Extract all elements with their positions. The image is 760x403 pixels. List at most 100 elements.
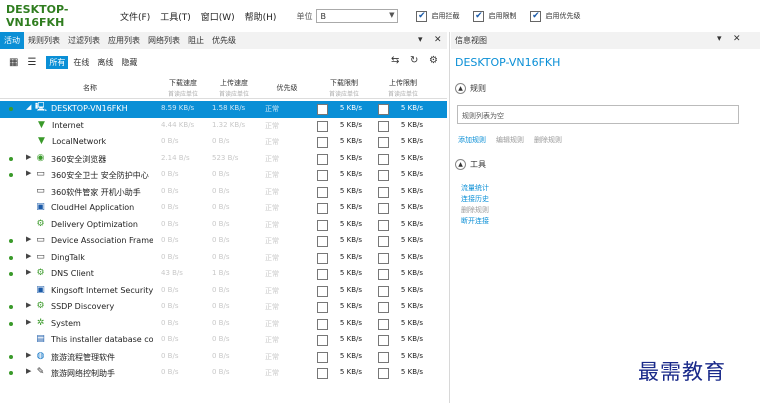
filter-online[interactable]: 在线 xyxy=(70,56,92,69)
dl-limit-checkbox[interactable] xyxy=(317,170,328,181)
row-dl-limit[interactable]: 5 KB/s xyxy=(328,236,362,244)
row-ul-limit[interactable]: 5 KB/s xyxy=(389,104,423,112)
row-dl-limit[interactable]: 5 KB/s xyxy=(328,154,362,162)
dl-limit-checkbox[interactable] xyxy=(317,120,328,132)
filter-offline[interactable]: 离线 xyxy=(94,56,116,69)
ul-limit-checkbox[interactable] xyxy=(378,302,389,313)
row-dl-limit[interactable]: 5 KB/s xyxy=(328,104,362,112)
ul-limit-checkbox[interactable] xyxy=(378,368,389,379)
table-row[interactable]: ▣ CloudHel Application 0 B/s 0 B/s 正常 5 KB/s 5… xyxy=(0,200,447,217)
tab-networks[interactable]: 网络列表 xyxy=(144,32,184,49)
rules-list[interactable]: 规则列表为空 xyxy=(457,105,739,124)
refresh-icon[interactable]: ↻ xyxy=(410,55,418,66)
ul-limit-checkbox[interactable] xyxy=(378,170,389,181)
ul-limit-checkbox[interactable] xyxy=(378,318,389,330)
row-priority[interactable]: 正常 xyxy=(265,137,295,147)
ul-limit-checkbox[interactable] xyxy=(378,120,389,132)
row-dl-limit[interactable]: 5 KB/s xyxy=(328,302,362,310)
ul-limit-checkbox[interactable] xyxy=(378,203,389,214)
col-upload[interactable]: 上传速度 首读应单位 xyxy=(210,75,258,99)
row-ul-limit[interactable]: 5 KB/s xyxy=(389,302,423,310)
table-row[interactable]: ⚙ Delivery Optimization 0 B/s 0 B/s 正常 5 KB/s… xyxy=(0,217,447,234)
tab-activity[interactable]: 活动 xyxy=(0,32,24,49)
table-row[interactable]: ▤ This installer database co 0 B/s 0 B/s 正常 5… xyxy=(0,332,447,349)
ul-limit-checkbox[interactable] xyxy=(378,153,389,165)
table-row[interactable]: ▼ LocalNetwork 0 B/s 0 B/s 正常 5 KB/s 5 KB/s xyxy=(0,134,447,151)
ul-limit-checkbox[interactable] xyxy=(378,219,389,231)
option-priority[interactable]: ✔ 启用优先级 xyxy=(530,10,580,22)
checkbox-icon[interactable]: ✔ xyxy=(530,10,542,22)
expand-icon[interactable]: ▶ xyxy=(26,301,31,309)
disconnect-link[interactable]: 断开连接 xyxy=(461,216,489,227)
option-limit[interactable]: ✔ 启用限制 xyxy=(473,10,516,22)
col-name[interactable]: 名称 xyxy=(60,75,120,99)
dl-limit-checkbox[interactable] xyxy=(317,137,328,148)
row-priority[interactable]: 正常 xyxy=(265,269,295,279)
row-dl-limit[interactable]: 5 KB/s xyxy=(328,220,362,228)
row-priority[interactable]: 正常 xyxy=(265,104,295,114)
table-row[interactable]: ▶ ◍ 旅游流程管理软件 0 B/s 0 B/s 正常 5 KB/s 5 KB/s xyxy=(0,349,447,366)
row-dl-limit[interactable]: 5 KB/s xyxy=(328,121,362,129)
dl-limit-checkbox[interactable] xyxy=(317,318,328,330)
table-row[interactable]: ▼ Internet 4.44 KB/s 1.32 KB/s 正常 5 KB/s 5 KB/… xyxy=(0,118,447,135)
tab-apps[interactable]: 应用列表 xyxy=(104,32,144,49)
row-ul-limit[interactable]: 5 KB/s xyxy=(389,236,423,244)
table-row[interactable]: ▭ 360软件管家 开机小助手 0 B/s 0 B/s 正常 5 KB/s 5 KB/s xyxy=(0,184,447,201)
row-priority[interactable]: 正常 xyxy=(265,236,295,246)
list-view-icon[interactable]: ☰ xyxy=(27,57,36,68)
ul-limit-checkbox[interactable] xyxy=(378,351,389,363)
row-dl-limit[interactable]: 5 KB/s xyxy=(328,352,362,360)
traffic-stats-link[interactable]: 流量统计 xyxy=(461,183,489,194)
tab-filters[interactable]: 过滤列表 xyxy=(64,32,104,49)
table-row[interactable]: ▶ ▭ DingTalk 0 B/s 0 B/s 正常 5 KB/s 5 KB/s xyxy=(0,250,447,267)
ul-limit-checkbox[interactable] xyxy=(378,104,389,115)
row-dl-limit[interactable]: 5 KB/s xyxy=(328,187,362,195)
table-row[interactable]: ◢ 🖳 DESKTOP-VN16FKH 8.59 KB/s 1.58 KB/s 正常 5 K… xyxy=(0,101,447,118)
checkbox-icon[interactable]: ✔ xyxy=(416,10,428,22)
row-priority[interactable]: 正常 xyxy=(265,220,295,230)
dl-limit-checkbox[interactable] xyxy=(317,153,328,165)
row-ul-limit[interactable]: 5 KB/s xyxy=(389,286,423,294)
checkbox-icon[interactable]: ✔ xyxy=(473,10,485,22)
dl-limit-checkbox[interactable] xyxy=(317,186,328,198)
row-dl-limit[interactable]: 5 KB/s xyxy=(328,137,362,145)
row-dl-limit[interactable]: 5 KB/s xyxy=(328,203,362,211)
menu-tools[interactable]: 工具(T) xyxy=(160,10,191,23)
col-dl-limit[interactable]: 下载限制 首读应单位 xyxy=(316,75,372,99)
ul-limit-checkbox[interactable] xyxy=(378,252,389,264)
dl-limit-checkbox[interactable] xyxy=(317,252,328,264)
menu-window[interactable]: 窗口(W) xyxy=(201,10,235,23)
dl-limit-checkbox[interactable] xyxy=(317,203,328,214)
row-ul-limit[interactable]: 5 KB/s xyxy=(389,154,423,162)
tab-rules[interactable]: 规则列表 xyxy=(24,32,64,49)
ul-limit-checkbox[interactable] xyxy=(378,137,389,148)
option-intercept[interactable]: ✔ 启用拦截 xyxy=(416,10,459,22)
expand-icon[interactable]: ▶ xyxy=(26,268,31,276)
expand-icon[interactable]: ◢ xyxy=(26,103,31,111)
panel-divider[interactable] xyxy=(449,32,450,403)
row-ul-limit[interactable]: 5 KB/s xyxy=(389,137,423,145)
edit-rule-link[interactable]: 编辑规则 xyxy=(496,135,524,145)
table-row[interactable]: ▶ ⚙ SSDP Discovery 0 B/s 0 B/s 正常 5 KB/s 5 KB/s xyxy=(0,299,447,316)
table-row[interactable]: ▶ ▭ 360安全卫士 安全防护中心 0 B/s 0 B/s 正常 5 KB/s 5 KB/s xyxy=(0,167,447,184)
menu-help[interactable]: 帮助(H) xyxy=(245,10,277,23)
row-ul-limit[interactable]: 5 KB/s xyxy=(389,170,423,178)
expand-icon[interactable]: ▶ xyxy=(26,252,31,260)
expand-icon[interactable]: ▶ xyxy=(26,235,31,243)
dl-limit-checkbox[interactable] xyxy=(317,302,328,313)
gear-icon[interactable]: ⚙ xyxy=(429,55,438,66)
ul-limit-checkbox[interactable] xyxy=(378,269,389,280)
dl-limit-checkbox[interactable] xyxy=(317,269,328,280)
row-priority[interactable]: 正常 xyxy=(265,203,295,213)
table-row[interactable]: ▶ ⚙ DNS Client 43 B/s 1 B/s 正常 5 KB/s 5 KB/s xyxy=(0,266,447,283)
table-row[interactable]: ▣ Kingsoft Internet Security 0 B/s 0 B/s 正常 5… xyxy=(0,283,447,300)
panel-dropdown-icon[interactable]: ▾ xyxy=(717,34,722,44)
row-dl-limit[interactable]: 5 KB/s xyxy=(328,170,362,178)
tab-dropdown-icon[interactable]: ▾ xyxy=(418,32,423,49)
close-icon[interactable]: ✕ xyxy=(434,32,442,49)
col-download[interactable]: 下载速度 首读应单位 xyxy=(159,75,207,99)
row-priority[interactable]: 正常 xyxy=(265,187,295,197)
col-ul-limit[interactable]: 上传限制 首读应单位 xyxy=(375,75,431,99)
collapse-icon[interactable]: ▲ xyxy=(455,83,466,94)
tab-block[interactable]: 阻止 xyxy=(184,32,208,49)
